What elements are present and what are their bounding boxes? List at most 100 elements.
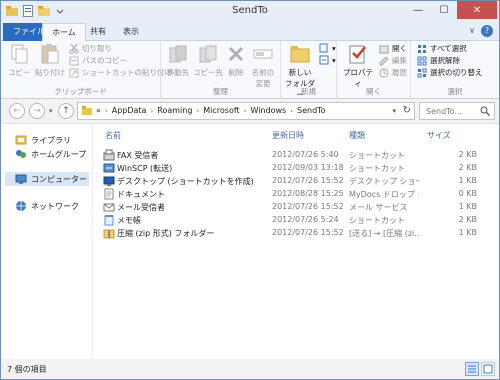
- edit-label: 編集: [392, 56, 407, 65]
- crumb-sendto[interactable]: SendTo: [297, 106, 326, 115]
- history-icon: [379, 68, 389, 77]
- column-header-size[interactable]: サイズ: [427, 130, 451, 141]
- refresh-icon[interactable]: ↻: [403, 105, 411, 116]
- ribbon: コピー 貼り付け 切り取り パスのコピー ショートカットの貼り付け クリップボー…: [1, 41, 499, 99]
- nav-item-network[interactable]: ネットワーク: [15, 200, 79, 212]
- select-all-icon: [418, 44, 426, 53]
- computer-icon: [15, 174, 27, 184]
- table-row[interactable]: FAX 受信者 2012/07/26 5:40 ショートカット 2 KB: [97, 148, 497, 162]
- maximize-button[interactable]: ☐: [431, 1, 457, 19]
- delete-x-icon: [228, 46, 244, 62]
- recent-locations-icon[interactable]: ▾: [49, 107, 53, 115]
- file-type: MyDocs ドロップ タ...: [349, 190, 419, 199]
- table-row[interactable]: デスクトップ (ショートカットを作成) 2012/07/26 15:52 デスク…: [97, 174, 497, 188]
- search-box[interactable]: SendTo...: [419, 102, 495, 120]
- breadcrumb-overflow[interactable]: «: [96, 106, 101, 115]
- forward-button[interactable]: →: [29, 103, 45, 119]
- table-row[interactable]: WinSCP (転送) 2012/09/03 13:18 ショートカット 2 K…: [97, 161, 497, 175]
- paste-shortcut-button[interactable]: ショートカットの貼り付け: [69, 67, 172, 78]
- file-size: 1 KB: [458, 176, 477, 185]
- delete-button[interactable]: 削除: [225, 43, 247, 78]
- invert-selection-button[interactable]: 選択の切り替え: [417, 67, 483, 78]
- table-row[interactable]: 圧縮 (zip 形式) フォルダー 2012/07/26 15:52 [送る] …: [97, 226, 497, 240]
- nav-item-libraries[interactable]: ライブラリ: [15, 134, 71, 146]
- navigation-pane: ライブラリ ホームグループ コンピューター ネットワーク: [1, 124, 93, 360]
- select-all-label: すべて選択: [430, 44, 467, 53]
- select-group-label: 選択: [447, 87, 463, 96]
- ribbon-collapse-icon[interactable]: ∨: [469, 26, 475, 35]
- cut-button[interactable]: 切り取り: [69, 43, 112, 54]
- crumb-windows[interactable]: Windows: [250, 106, 286, 115]
- open-button[interactable]: 開く: [379, 43, 407, 54]
- search-input[interactable]: SendTo...: [426, 107, 462, 116]
- nav-item-homegroup[interactable]: ホームグループ: [15, 148, 86, 160]
- copy-button[interactable]: コピー: [7, 43, 31, 78]
- crumb-roaming[interactable]: Roaming: [157, 106, 192, 115]
- chevron-right-icon: ›: [104, 106, 108, 115]
- column-header-type[interactable]: 種類: [349, 130, 365, 141]
- table-row[interactable]: メモ帳 2012/07/26 5:24 ショートカット 2 KB: [97, 213, 497, 227]
- item-count: 7 個の項目: [7, 365, 47, 374]
- tab-home[interactable]: ホーム: [42, 23, 86, 42]
- copy-icon: [11, 44, 28, 64]
- search-icon[interactable]: [480, 106, 490, 116]
- copy-path-label: パスのコピー: [82, 56, 127, 65]
- fax-icon: [103, 149, 115, 161]
- open-label: 開く: [392, 44, 407, 53]
- details-view-button[interactable]: [465, 362, 479, 376]
- up-button[interactable]: ↑: [58, 103, 74, 119]
- edit-icon: [379, 55, 389, 65]
- rename-button[interactable]: 名前の 変更: [249, 43, 277, 89]
- close-button[interactable]: ✕: [457, 1, 497, 19]
- status-bar: 7 個の項目: [1, 359, 499, 379]
- select-all-button[interactable]: すべて選択: [417, 43, 467, 54]
- table-row[interactable]: メール受信者 2012/07/26 15:52 メール サービス 1 KB: [97, 200, 497, 214]
- clipboard-icon: [41, 44, 59, 64]
- nav-label: コンピューター: [31, 174, 87, 184]
- nav-label: ホームグループ: [31, 149, 87, 159]
- network-icon: [16, 201, 26, 211]
- properties-button[interactable]: プロパティ: [341, 43, 375, 89]
- history-button[interactable]: 履歴: [379, 67, 407, 78]
- address-row: ← → ▾ ↑ « › AppData › Roaming › Microsof…: [1, 99, 499, 123]
- nav-item-computer[interactable]: コンピューター: [5, 172, 89, 186]
- select-none-button[interactable]: 選択解除: [417, 55, 460, 66]
- notepad-icon: [104, 215, 114, 226]
- table-row[interactable]: ドキュメント 2012/08/28 15:25 MyDocs ドロップ タ...…: [97, 187, 497, 201]
- address-dropdown-icon[interactable]: ▾: [392, 107, 396, 115]
- move-to-label: 移動先: [166, 68, 190, 77]
- crumb-microsoft[interactable]: Microsoft: [203, 106, 239, 115]
- file-type: メール サービス: [349, 203, 408, 212]
- select-group: すべて選択 選択解除 選択の切り替え 選択: [411, 41, 499, 99]
- new-item-button[interactable]: ▾: [319, 43, 336, 53]
- edit-button[interactable]: 編集: [379, 55, 407, 66]
- file-type: ショートカット: [349, 151, 405, 160]
- copy-to-button[interactable]: コピー先: [193, 43, 223, 78]
- new-folder-icon: [290, 46, 310, 63]
- scissors-icon: [69, 43, 79, 54]
- cut-label: 切り取り: [82, 44, 112, 53]
- column-header-date[interactable]: 更新日時: [272, 130, 304, 141]
- chevron-right-icon: ›: [243, 106, 247, 115]
- folder-icon: [82, 106, 92, 115]
- easy-access-button[interactable]: ▾: [319, 55, 336, 65]
- back-button[interactable]: ←: [9, 103, 25, 119]
- new-item-icon: [319, 43, 328, 53]
- crumb-appdata[interactable]: AppData: [112, 106, 147, 115]
- address-bar[interactable]: « › AppData › Roaming › Microsoft › Wind…: [77, 102, 415, 120]
- rename-label-1: 名前の: [251, 68, 275, 77]
- minimize-button[interactable]: —: [405, 1, 431, 19]
- file-date: 2012/07/26 15:52: [272, 176, 344, 185]
- copy-path-button[interactable]: パスのコピー: [69, 55, 127, 66]
- tab-share[interactable]: 共有: [81, 23, 115, 41]
- large-icons-view-button[interactable]: [481, 362, 495, 376]
- tab-view[interactable]: 表示: [114, 23, 148, 41]
- column-header-name[interactable]: 名前: [105, 130, 121, 141]
- ribbon-tabs: ファイル ホーム 共有 表示 ∨ ?: [1, 23, 499, 42]
- select-none-label: 選択解除: [430, 56, 460, 65]
- move-to-button[interactable]: 移動先: [165, 43, 191, 78]
- help-button[interactable]: ?: [481, 25, 493, 37]
- select-none-icon: [417, 56, 427, 65]
- paste-button[interactable]: 貼り付け: [35, 43, 65, 78]
- large-icons-view-icon: [483, 364, 493, 374]
